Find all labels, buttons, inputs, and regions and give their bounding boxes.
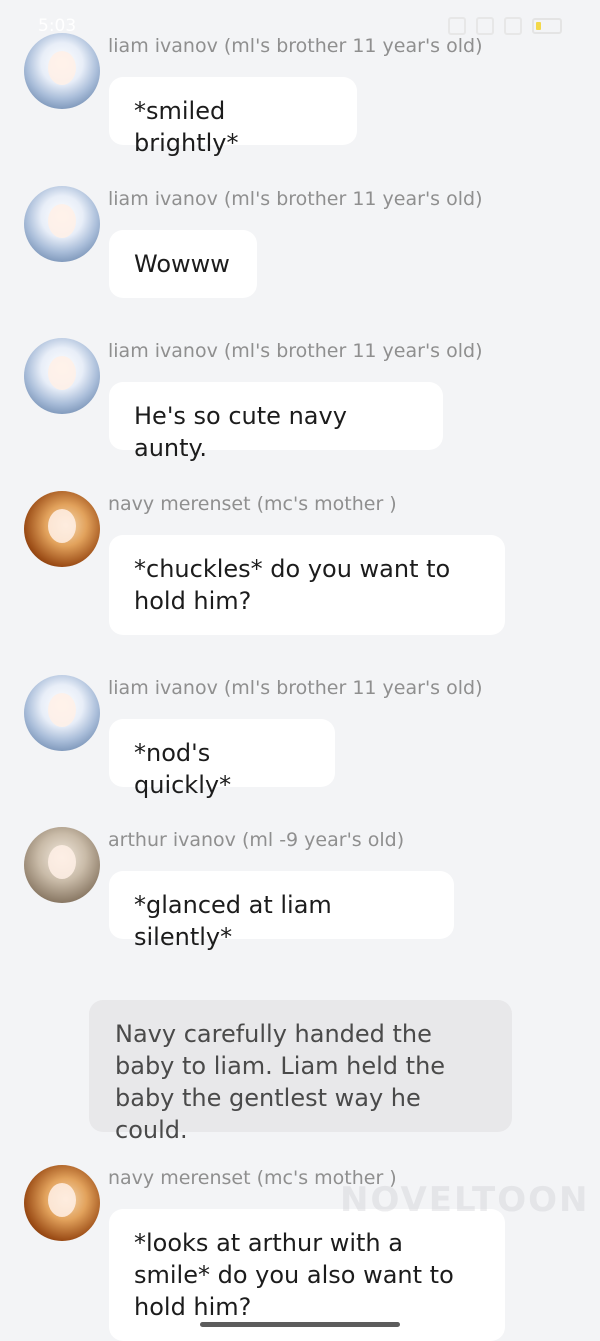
message-bubble: *smiled brightly* — [109, 77, 357, 157]
wifi-icon — [476, 17, 494, 35]
message-bubble: *nod's quickly* — [109, 719, 335, 799]
avatar-liam[interactable] — [24, 33, 100, 109]
sender-name: liam ivanov (ml's brother 11 year's old) — [108, 35, 483, 57]
home-indicator[interactable] — [200, 1322, 400, 1327]
avatar-navy[interactable] — [24, 1165, 100, 1241]
sender-name: liam ivanov (ml's brother 11 year's old) — [108, 340, 483, 362]
status-icons — [448, 17, 562, 35]
avatar-liam[interactable] — [24, 338, 100, 414]
avatar-navy[interactable] — [24, 491, 100, 567]
watermark: NOVELTOON — [340, 1180, 590, 1220]
message-bubble: Wowww — [109, 230, 257, 298]
message-bubble: *chuckles* do you want to hold him? — [109, 535, 505, 635]
sender-name: liam ivanov (ml's brother 11 year's old) — [108, 677, 483, 699]
sender-name: liam ivanov (ml's brother 11 year's old) — [108, 188, 483, 210]
sender-name: arthur ivanov (ml -9 year's old) — [108, 829, 405, 851]
sender-name: navy merenset (mc's mother ) — [108, 493, 397, 515]
battery-icon — [532, 18, 562, 34]
avatar-liam[interactable] — [24, 186, 100, 262]
avatar-arthur[interactable] — [24, 827, 100, 903]
avatar-liam[interactable] — [24, 675, 100, 751]
signal-icon — [504, 17, 522, 35]
narration-box: Navy carefully handed the baby to liam. … — [89, 1000, 512, 1144]
vibrate-icon — [448, 17, 466, 35]
message-bubble: He's so cute navy aunty. — [109, 382, 443, 462]
message-bubble: *glanced at liam silently* — [109, 871, 454, 951]
